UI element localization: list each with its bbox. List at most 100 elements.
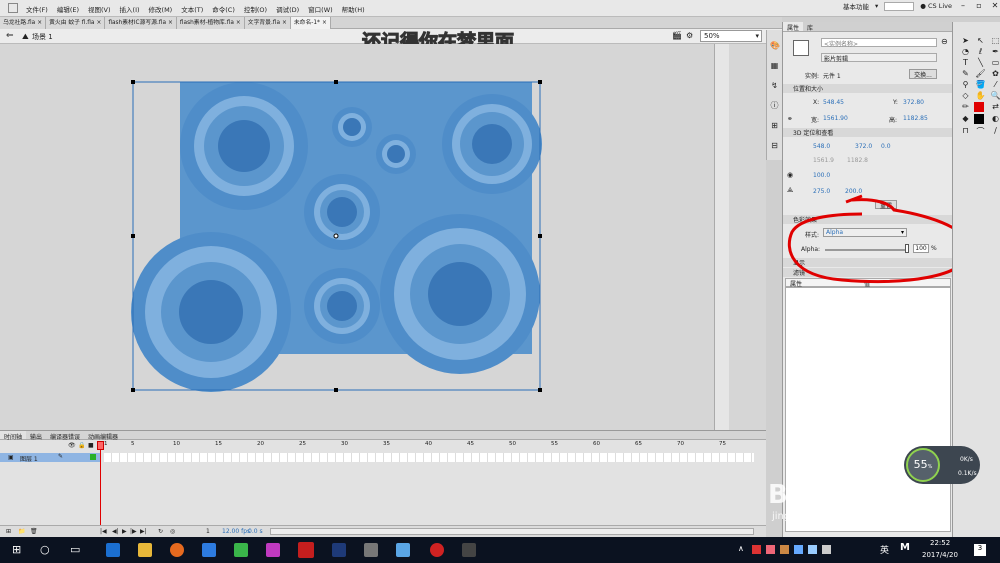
tray-icon-pink[interactable]: [766, 545, 775, 554]
minimize-icon[interactable]: –: [958, 1, 968, 11]
menu-view[interactable]: 视图(V): [88, 4, 111, 14]
motion-icon[interactable]: ↯: [770, 76, 779, 96]
section-position-size[interactable]: 位置和大小: [783, 84, 953, 93]
outline-icon[interactable]: ■: [88, 442, 94, 449]
stage-vertical-scrollbar[interactable]: [714, 44, 729, 430]
circle-small-2[interactable]: [376, 134, 416, 174]
close-icon[interactable]: ×: [37, 17, 42, 29]
layer-color-swatch[interactable]: [90, 454, 96, 460]
delete-layer-icon[interactable]: 🗑: [30, 528, 38, 535]
layer-row[interactable]: ▣ 图层 1 ✎: [0, 453, 100, 463]
doc-tab[interactable]: 黄火由 蚊子 fl.fla ×: [46, 17, 106, 29]
fill-color-icon[interactable]: ◆: [959, 114, 972, 124]
photoshop-icon[interactable]: [332, 543, 346, 557]
notification-badge[interactable]: 3: [974, 544, 986, 556]
file-explorer-icon[interactable]: [138, 543, 152, 557]
close-icon[interactable]: ×: [282, 17, 287, 29]
menu-debug[interactable]: 调试(D): [276, 4, 299, 14]
subselect-tool-icon[interactable]: ↖: [974, 36, 987, 45]
bone-tool-icon[interactable]: ⚲: [959, 80, 972, 89]
clock-date[interactable]: 2017/4/20: [922, 551, 958, 559]
perspective-value[interactable]: 100.0: [813, 172, 830, 179]
snap-icon[interactable]: ⊓: [959, 126, 972, 137]
color-panel-icon[interactable]: 🎨: [770, 36, 780, 56]
y3-value[interactable]: 372.0: [855, 143, 872, 150]
edit-icon[interactable]: ⊖: [941, 37, 948, 46]
eye-icon[interactable]: 👁: [68, 442, 76, 449]
layer-name[interactable]: 图层 1: [20, 454, 38, 463]
windows-start-icon[interactable]: ⊞: [12, 543, 21, 556]
lock-icon[interactable]: 🔒: [78, 442, 85, 449]
menu-control[interactable]: 控制(O): [244, 4, 267, 14]
menu-insert[interactable]: 插入(I): [120, 4, 140, 14]
straighten-icon[interactable]: ∕: [989, 126, 1000, 137]
instance-name-input[interactable]: <实例名称>: [821, 38, 937, 48]
pen-tool-icon[interactable]: ✒: [989, 47, 1000, 56]
frame-track[interactable]: [104, 453, 754, 462]
circle-center[interactable]: [304, 174, 380, 250]
menu-commands[interactable]: 命令(C): [212, 4, 235, 14]
search-input[interactable]: [884, 1, 915, 11]
close-icon[interactable]: ✕: [990, 1, 1000, 11]
new-layer-icon[interactable]: ⊞: [6, 528, 11, 535]
swatches-icon[interactable]: ▦: [770, 56, 779, 76]
circle-mid-small[interactable]: [304, 268, 380, 344]
z3-value[interactable]: 0.0: [881, 143, 891, 150]
iqiyi-icon[interactable]: [234, 543, 248, 557]
edit-scene-icon[interactable]: 🎬: [672, 31, 682, 40]
menu-file[interactable]: 文件(F): [26, 4, 48, 14]
edit-symbol-icon[interactable]: ⚙: [686, 31, 693, 40]
doc-tab[interactable]: 文字背景.fla ×: [244, 17, 291, 29]
symbol-type-select[interactable]: 影片剪辑: [821, 53, 937, 63]
fill-color-swatch[interactable]: [974, 114, 984, 124]
w-value[interactable]: 1561.90: [823, 115, 848, 122]
ime-mode-icon[interactable]: M: [900, 542, 910, 553]
doc-tab[interactable]: flash素材IC源写源.fla ×: [105, 17, 177, 29]
ime-indicator[interactable]: 英: [880, 543, 889, 556]
x3-value[interactable]: 548.0: [813, 143, 830, 150]
doc-tab-active[interactable]: 未命名-1* ×: [290, 17, 331, 29]
flash-app-icon[interactable]: [298, 542, 314, 558]
zoom-select[interactable]: 50% ▾: [700, 30, 762, 42]
smooth-icon[interactable]: ⌒: [974, 126, 987, 137]
tab-motion-editor[interactable]: 动画编辑器: [84, 431, 122, 441]
app-icon-light[interactable]: [396, 543, 410, 557]
zoom-tool-icon[interactable]: 🔍: [989, 91, 1000, 100]
h-value[interactable]: 1182.85: [903, 115, 928, 122]
workspace-switcher[interactable]: 基本功能: [843, 1, 869, 11]
close-icon[interactable]: ×: [96, 17, 101, 29]
circle-bottom-right[interactable]: [380, 214, 540, 374]
eyedropper-icon[interactable]: ⁄: [989, 80, 1000, 89]
tab-library[interactable]: 库: [803, 22, 817, 32]
menu-text[interactable]: 文本(T): [181, 4, 203, 14]
x-value[interactable]: 548.45: [823, 99, 844, 106]
circle-bottom-left[interactable]: [131, 232, 291, 392]
back-arrow-icon[interactable]: ⇐: [6, 31, 14, 41]
cortana-icon[interactable]: ○: [40, 543, 50, 556]
last-frame-icon[interactable]: ▶|: [140, 528, 147, 535]
task-view-icon[interactable]: ▭: [70, 543, 80, 556]
deco-tool-icon[interactable]: ✿: [989, 69, 1000, 78]
doc-tab[interactable]: flash素材-植物库.fla ×: [176, 17, 245, 29]
stage-canvas[interactable]: [0, 44, 714, 430]
menu-window[interactable]: 窗口(W): [308, 4, 333, 14]
play-icon[interactable]: ▶: [122, 528, 127, 535]
transform-icon[interactable]: ⊞: [770, 116, 779, 136]
line-tool-icon[interactable]: ╲: [974, 58, 987, 67]
tray-icon-red[interactable]: [752, 545, 761, 554]
selection-tool-icon[interactable]: ➤: [959, 36, 972, 45]
align-icon[interactable]: ⊟: [770, 136, 779, 156]
close-icon[interactable]: ×: [236, 17, 241, 29]
frame-ruler[interactable]: 1 5 10 15 20 25 30 35 40 45 50 55 60 65 …: [104, 441, 754, 452]
app-icon-colorful[interactable]: [266, 543, 280, 557]
3d-rotate-icon[interactable]: ◔: [959, 47, 972, 56]
playhead-handle[interactable]: [97, 441, 104, 450]
eraser-icon[interactable]: ◇: [959, 91, 972, 100]
menu-help[interactable]: 帮助(H): [342, 4, 365, 14]
new-folder-icon[interactable]: 📁: [18, 528, 25, 535]
stage-area[interactable]: [0, 44, 766, 430]
frame-rate[interactable]: 12.00 fps: [222, 528, 250, 535]
info-icon[interactable]: ⓘ: [770, 96, 779, 116]
y-value[interactable]: 372.80: [903, 99, 924, 106]
text-tool-icon[interactable]: T: [959, 58, 972, 67]
